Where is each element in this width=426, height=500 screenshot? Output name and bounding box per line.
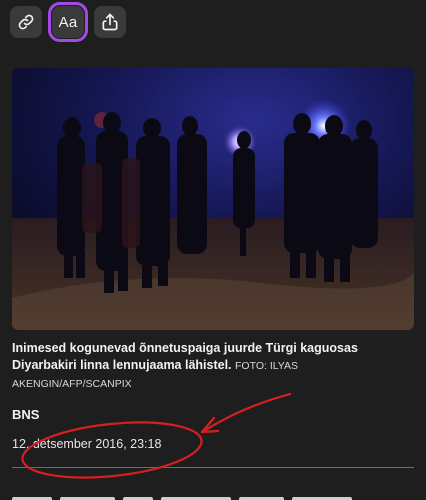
copy-link-button[interactable] <box>10 6 42 38</box>
photo-caption: Inimesed kogunevad õnnetuspaiga juurde T… <box>12 340 412 393</box>
article-date: 12. detsember 2016, 23:18 <box>12 437 162 451</box>
article-body-cutoff <box>12 490 414 500</box>
article-page: Aa Inimesed kogunevad õnnetuspaiga juurd… <box>0 0 426 500</box>
caption-text: Inimesed kogunevad õnnetuspaiga juurde T… <box>12 341 358 372</box>
annotation-arrowhead <box>200 416 220 434</box>
text-size-label: Aa <box>58 13 78 31</box>
article-photo[interactable] <box>12 68 414 330</box>
share-icon <box>102 13 118 31</box>
article-author: BNS <box>12 407 40 422</box>
article-toolbar: Aa <box>10 2 126 42</box>
share-button[interactable] <box>94 6 126 38</box>
text-size-button[interactable]: Aa <box>48 2 88 42</box>
divider <box>12 467 414 468</box>
link-icon <box>18 14 34 30</box>
photo-night-crowd <box>12 68 414 330</box>
annotation-arrow <box>200 392 292 434</box>
